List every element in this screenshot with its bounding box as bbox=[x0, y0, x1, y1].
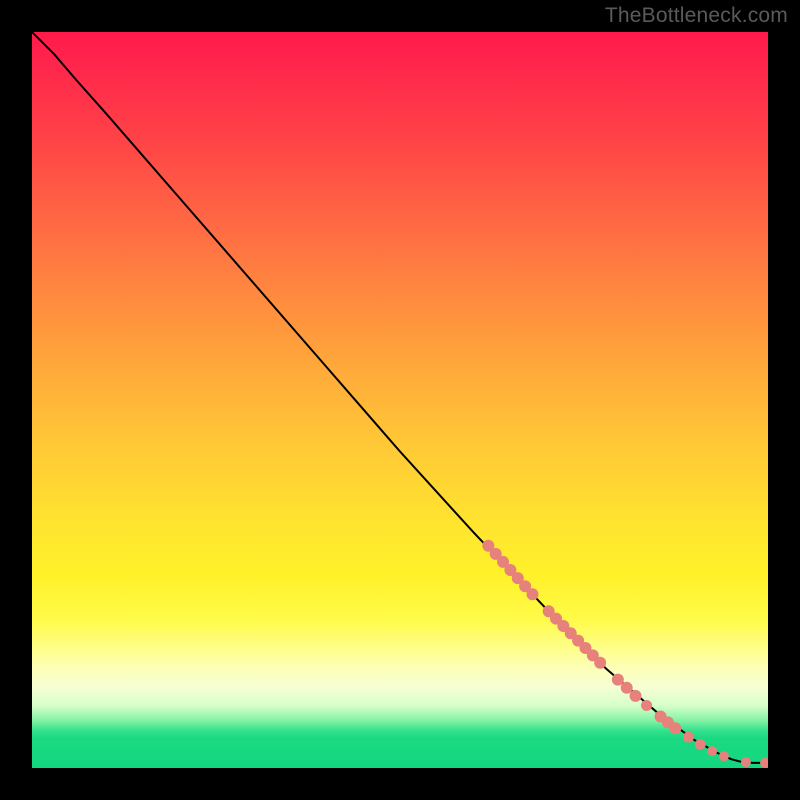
chart-point bbox=[612, 674, 624, 686]
watermark-text: TheBottleneck.com bbox=[605, 4, 788, 28]
chart-plot-area bbox=[32, 32, 768, 768]
chart-curve bbox=[32, 32, 768, 763]
chart-point bbox=[741, 757, 751, 767]
chart-point bbox=[594, 657, 606, 669]
chart-point bbox=[695, 739, 706, 750]
chart-point bbox=[630, 690, 642, 702]
chart-point bbox=[669, 722, 681, 734]
chart-svg-overlay bbox=[32, 32, 768, 768]
chart-point bbox=[621, 682, 633, 694]
chart-point bbox=[719, 751, 729, 761]
chart-point bbox=[760, 758, 768, 768]
chart-points-group bbox=[482, 540, 768, 768]
chart-point bbox=[683, 732, 694, 743]
chart-point bbox=[526, 588, 538, 600]
chart-point bbox=[707, 746, 717, 756]
chart-point bbox=[641, 700, 652, 711]
